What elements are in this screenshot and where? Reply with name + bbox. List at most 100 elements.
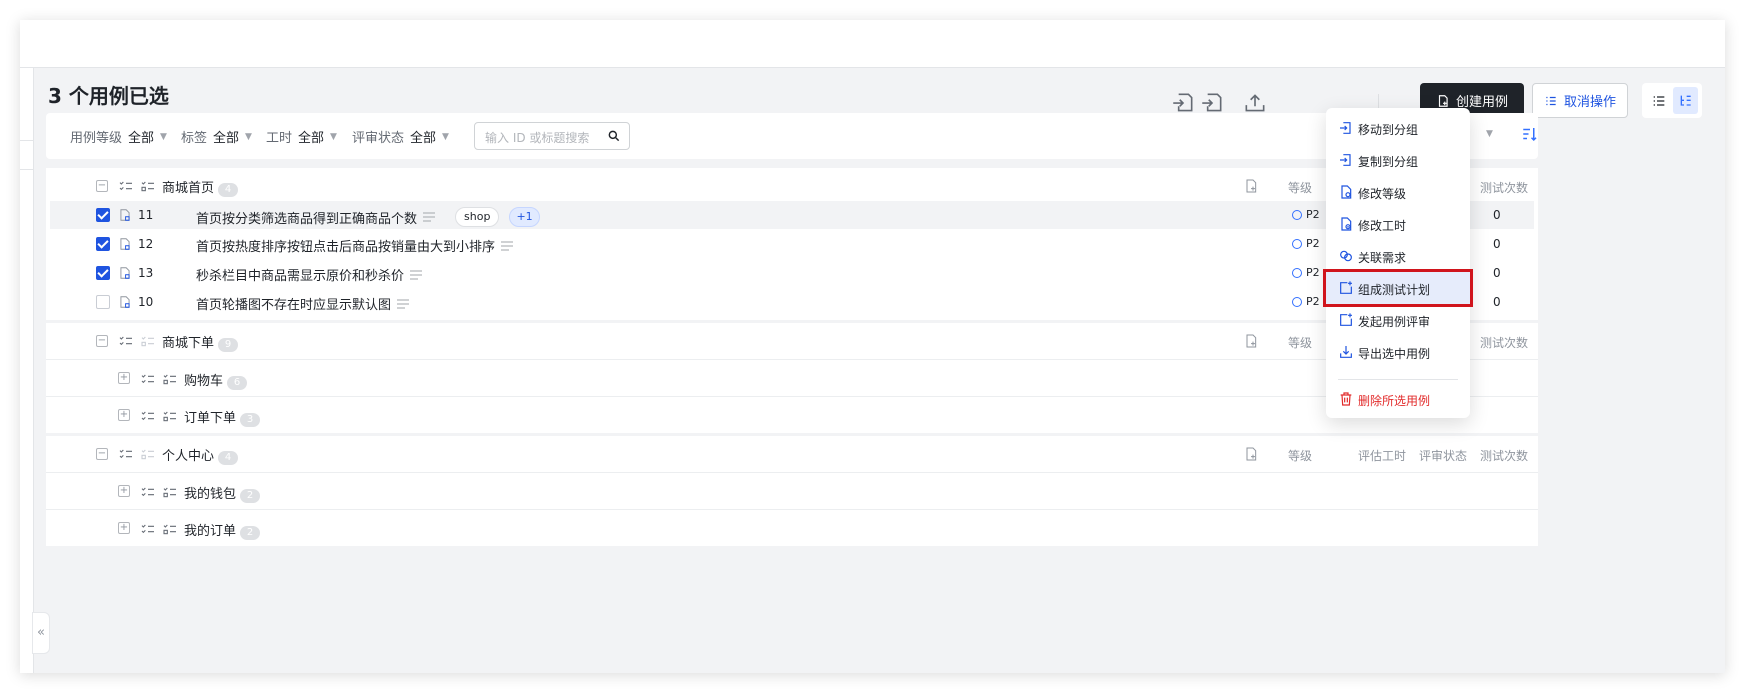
expand-icon[interactable]: + xyxy=(118,372,130,384)
col-level: 等级 xyxy=(1288,336,1313,350)
subgroup-wallet[interactable]: + 我的钱包 2 xyxy=(46,472,1538,509)
uncheck-all-icon[interactable] xyxy=(162,408,178,424)
search-input[interactable]: 输入 ID 或标题搜索 xyxy=(474,122,630,150)
filter-bar: 用例等级 全部 ▼ 标签 全部 ▼ 工时 全部 ▼ 评审状态 全部 ▼ 输入 I… xyxy=(46,113,1538,159)
count-badge: 4 xyxy=(218,183,239,197)
check-all-icon[interactable] xyxy=(118,333,134,349)
search-icon[interactable] xyxy=(607,129,621,143)
cancel-operation-label: 取消操作 xyxy=(1563,95,1616,110)
new-doc-icon xyxy=(1438,94,1448,107)
collapse-icon[interactable]: − xyxy=(96,448,108,460)
collapse-sidebar-button[interactable]: « xyxy=(32,612,50,654)
tag-chip: shop xyxy=(455,207,500,227)
uncheck-all-icon xyxy=(141,449,154,460)
menu-item-link-requirement[interactable]: 关联需求 xyxy=(1326,240,1470,272)
caret-down-icon[interactable]: ▼ xyxy=(1486,129,1493,139)
case-row[interactable]: 10 首页轮播图不存在时应显示默认图 P2 0 xyxy=(50,288,1534,316)
row-checkbox[interactable] xyxy=(96,266,110,280)
edit-level-icon xyxy=(1341,185,1352,199)
case-title[interactable]: 秒杀栏目中商品需显示原价和秒杀价 xyxy=(196,265,423,284)
run-count: 0 xyxy=(1493,295,1501,309)
filter-review-status[interactable]: 评审状态 全部 ▼ xyxy=(352,127,449,146)
filter-hours[interactable]: 工时 全部 ▼ xyxy=(266,127,337,146)
filter-case-level[interactable]: 用例等级 全部 ▼ xyxy=(70,127,167,146)
group-mall-home: − 商城首页 4 等级 测试次数 11 首页按分类筛选商品得到正确商品个数 sho… xyxy=(46,168,1538,320)
caret-down-icon: ▼ xyxy=(442,131,449,142)
add-case-icon[interactable] xyxy=(1243,178,1259,194)
page-title: 3 个用例已选 xyxy=(48,84,169,108)
top-bar xyxy=(20,20,1725,68)
more-tags-chip[interactable]: +1 xyxy=(509,207,540,227)
subgroup-order-placement[interactable]: + 订单下单 3 xyxy=(46,396,1538,433)
add-case-icon[interactable] xyxy=(1243,333,1259,349)
expand-icon[interactable]: + xyxy=(118,485,130,497)
priority[interactable]: P2 xyxy=(1292,295,1320,308)
expand-icon[interactable]: + xyxy=(118,522,130,534)
case-id: 11 xyxy=(138,208,154,222)
col-review-status: 评审状态 xyxy=(1419,449,1468,463)
test-plan-icon xyxy=(1340,281,1352,294)
group-personal-center: − 个人中心 4 等级 评估工时 评审状态 测试次数 + 我的钱包 2 + 我的订单… xyxy=(46,436,1538,546)
subgroup-cart[interactable]: + 购物车 6 xyxy=(46,359,1538,396)
case-doc-icon xyxy=(120,238,130,250)
priority[interactable]: P2 xyxy=(1292,237,1320,250)
row-checkbox[interactable] xyxy=(96,237,110,251)
row-checkbox[interactable] xyxy=(96,208,110,222)
menu-item-move-to-group[interactable]: 移动到分组 xyxy=(1326,112,1470,144)
run-count: 0 xyxy=(1493,237,1501,251)
case-row[interactable]: 13 秒杀栏目中商品需显示原价和秒杀价 P2 0 xyxy=(50,259,1534,287)
check-all-icon[interactable] xyxy=(140,408,156,424)
expand-icon[interactable]: + xyxy=(118,409,130,421)
sort-icon[interactable] xyxy=(1521,125,1539,143)
case-title[interactable]: 首页按热度排序按钮点击后商品按销量由大到小排序 xyxy=(196,236,514,255)
tree-view-icon xyxy=(1680,95,1691,106)
menu-item-copy-to-group[interactable]: 复制到分组 xyxy=(1326,144,1470,176)
menu-item-start-review[interactable]: 发起用例评审 xyxy=(1326,304,1470,336)
col-runs: 测试次数 xyxy=(1480,336,1529,350)
uncheck-all-icon[interactable] xyxy=(140,178,156,194)
case-title[interactable]: 首页轮播图不存在时应显示默认图 xyxy=(196,294,410,313)
uncheck-all-icon[interactable] xyxy=(162,371,178,387)
delete-icon xyxy=(1340,392,1352,406)
group-header: − 商城下单 9 等级 测试次数 xyxy=(46,323,1538,359)
row-checkbox[interactable] xyxy=(96,295,110,309)
case-row[interactable]: 12 首页按热度排序按钮点击后商品按销量由大到小排序 P2 0 xyxy=(50,230,1534,258)
menu-divider xyxy=(1338,379,1458,380)
uncheck-all-icon[interactable] xyxy=(162,521,178,537)
group-name: 商城首页 4 xyxy=(162,177,239,197)
case-title[interactable]: 首页按分类筛选商品得到正确商品个数 shop +1 xyxy=(196,207,540,227)
tree-view-button[interactable] xyxy=(1673,87,1698,114)
check-all-icon[interactable] xyxy=(118,178,134,194)
edit-hours-icon xyxy=(1341,217,1352,231)
add-case-icon[interactable] xyxy=(1243,446,1259,462)
batch-actions-menu: 移动到分组 复制到分组 修改等级 修改工时 关联需求 组成测试计划 发起用例评审 xyxy=(1323,108,1473,418)
count-badge: 4 xyxy=(218,451,239,465)
priority-ring-icon xyxy=(1292,267,1302,278)
menu-item-edit-level[interactable]: 修改等级 xyxy=(1326,176,1470,208)
group-header: − 个人中心 4 等级 评估工时 评审状态 测试次数 xyxy=(46,436,1538,472)
menu-item-delete-selected[interactable]: 删除所选用例 xyxy=(1326,383,1470,415)
priority[interactable]: P2 xyxy=(1292,266,1320,279)
check-all-icon[interactable] xyxy=(140,371,156,387)
check-all-icon[interactable] xyxy=(140,484,156,500)
menu-item-edit-hours[interactable]: 修改工时 xyxy=(1326,208,1470,240)
uncheck-all-icon[interactable] xyxy=(162,484,178,500)
collapse-icon[interactable]: − xyxy=(96,335,108,347)
case-row[interactable]: 11 首页按分类筛选商品得到正确商品个数 shop +1 P2 0 xyxy=(50,201,1534,229)
caret-down-icon: ▼ xyxy=(245,131,252,142)
cancel-operation-button[interactable]: 取消操作 xyxy=(1532,83,1628,118)
list-view-button[interactable] xyxy=(1646,87,1671,114)
collapse-icon[interactable]: − xyxy=(96,180,108,192)
priority[interactable]: P2 xyxy=(1292,208,1320,221)
check-all-icon[interactable] xyxy=(140,521,156,537)
menu-item-export-selected[interactable]: 导出选中用例 xyxy=(1326,336,1470,368)
filter-tag[interactable]: 标签 全部 ▼ xyxy=(181,127,252,146)
check-all-icon[interactable] xyxy=(118,446,134,462)
filter-label: 标签 xyxy=(181,131,208,146)
subgroup-name: 我的钱包 2 xyxy=(184,483,261,503)
menu-item-create-test-plan[interactable]: 组成测试计划 xyxy=(1323,269,1473,307)
count-badge: 6 xyxy=(227,376,248,390)
case-id: 10 xyxy=(138,295,154,309)
col-runs: 测试次数 xyxy=(1480,181,1529,195)
subgroup-my-orders[interactable]: + 我的订单 2 xyxy=(46,509,1538,546)
